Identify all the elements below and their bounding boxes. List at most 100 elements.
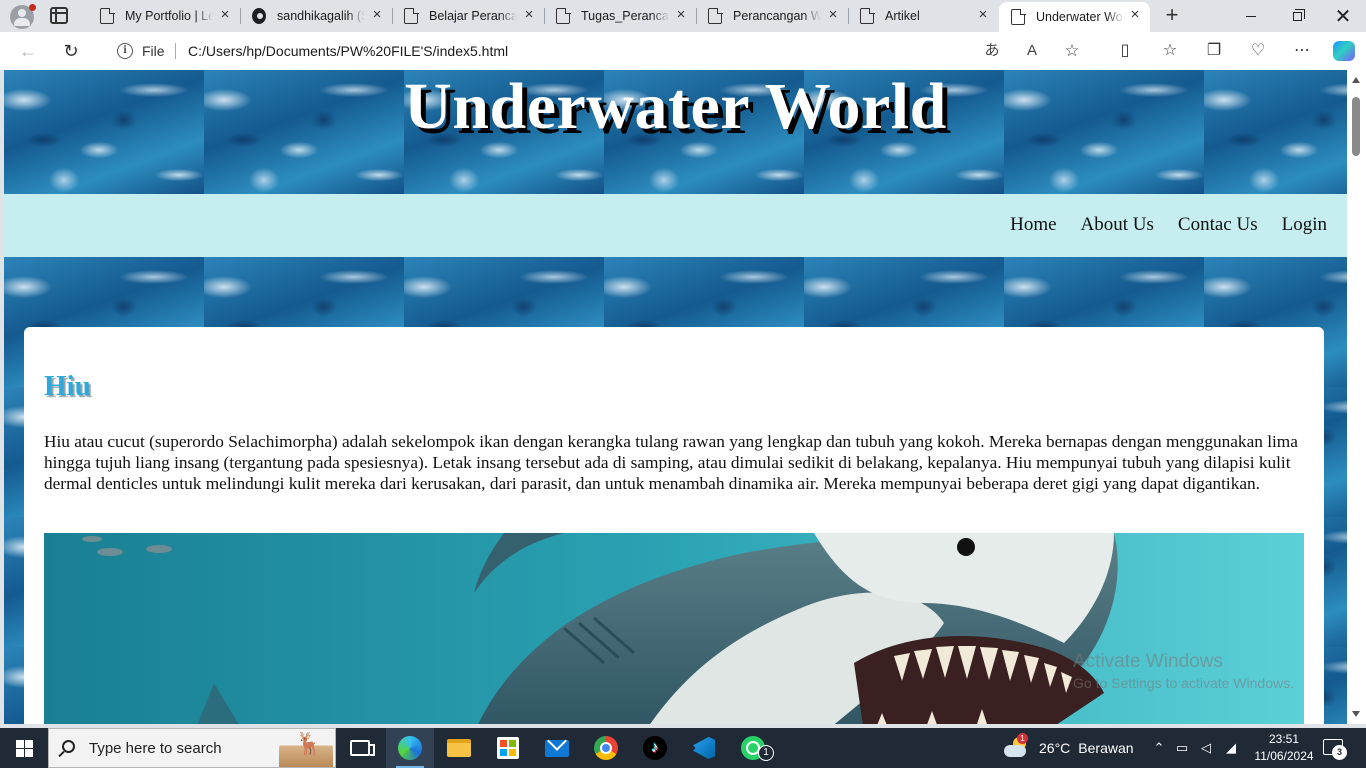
system-clock[interactable]: 23:51 11/06/2024 [1254,731,1314,765]
close-tab-icon[interactable]: × [522,7,536,22]
document-icon [404,7,419,24]
browser-tab-github[interactable]: sandhikagalih (S × [240,2,392,30]
taskbar-search[interactable]: Type here to search [48,728,336,768]
taskbar-tiktok[interactable]: ♪ [631,728,679,768]
tab-label: Perancangan We [733,9,821,23]
taskbar-file-explorer[interactable] [435,728,483,768]
read-aloud-icon[interactable]: A [1022,41,1042,61]
weather-widget[interactable]: 1 26°C Berawan [1004,728,1134,768]
close-window-button[interactable]: ✕ [1320,0,1366,32]
scroll-up-arrow-icon[interactable] [1352,77,1360,83]
translate-icon[interactable]: あ [982,41,1002,61]
chrome-icon [594,736,618,760]
close-tab-icon[interactable]: × [826,7,840,22]
close-tab-icon[interactable]: × [218,7,232,22]
watermark-title: Activate Windows [1073,651,1223,672]
tab-label: sandhikagalih (S [277,9,365,23]
restore-button[interactable] [1274,0,1320,32]
clock-time: 23:51 [1268,732,1300,746]
site-title: Underwater World [404,70,947,143]
browser-essentials-icon[interactable]: ♡ [1248,41,1268,61]
browser-tab-belajar[interactable]: Belajar Perancan × [392,2,544,30]
edge-icon [398,736,422,760]
chevron-up-icon[interactable]: ⌃ [1150,739,1168,757]
taskbar-mail[interactable] [533,728,581,768]
more-options-icon[interactable]: ⋯ [1292,41,1312,61]
weather-temperature: 26°C [1039,740,1071,756]
tab-label: Artikel [885,9,920,23]
github-icon [252,8,266,24]
tiktok-icon: ♪ [643,736,667,760]
cloudy-weather-icon: 1 [1004,733,1030,759]
nav-link-contact[interactable]: Contac Us [1178,213,1258,237]
search-placeholder: Type here to search [89,740,222,757]
favorite-star-icon[interactable]: ☆ [1062,41,1082,61]
store-icon [497,737,519,759]
folder-icon [447,739,471,757]
document-icon [708,7,723,24]
article-paragraph: Hiu atau cucut (superordo Selachimorpha)… [44,432,1298,493]
browser-tab-artikel[interactable]: Artikel × [848,2,998,30]
task-view-button[interactable] [336,728,384,768]
nav-list: Home About Us Contac Us Login [986,213,1327,237]
battery-icon[interactable]: ▭ [1173,739,1191,757]
new-tab-icon[interactable]: + [1163,4,1181,26]
scroll-down-arrow-icon[interactable] [1352,711,1360,717]
nav-link-login[interactable]: Login [1282,213,1327,237]
taskbar-chrome[interactable] [582,728,630,768]
profile-avatar-icon[interactable] [10,4,36,29]
close-icon: ✕ [1334,5,1352,28]
tab-label: Tugas_Perancang [581,9,669,23]
close-tab-icon[interactable]: × [370,7,384,22]
tab-label: My Portfolio | Le [125,9,213,23]
taskbar-vscode[interactable] [680,728,728,768]
close-tab-icon[interactable]: × [1128,7,1142,22]
close-tab-icon[interactable]: × [976,7,990,22]
vscode-icon [693,737,715,759]
document-icon [100,7,115,24]
nav-link-about[interactable]: About Us [1081,213,1154,237]
windows-taskbar: Type here to search ♪ 1 26°C Berawan ⌃ ▭… [0,728,1366,768]
browser-toolbar: ← ↻ i File C:/Users/hp/Documents/PW%20FI… [0,32,1366,70]
split-screen-icon[interactable]: ▯ [1115,41,1135,61]
clock-date: 11/06/2024 [1254,749,1314,763]
network-icon[interactable]: ◢ [1222,739,1240,757]
site-header: Underwater World [4,70,1347,194]
url-text[interactable]: C:/Users/hp/Documents/PW%20FILE'S/index5… [188,43,508,59]
weather-description: Berawan [1078,740,1134,756]
browser-tab-tugas[interactable]: Tugas_Perancang × [544,2,696,30]
collections-icon[interactable]: ❐ [1204,41,1224,61]
site-navigation: Home About Us Contac Us Login [4,194,1347,257]
volume-icon[interactable]: ◁ [1197,739,1215,757]
favorites-icon[interactable]: ☆ [1160,41,1180,61]
address-bar[interactable]: i File C:/Users/hp/Documents/PW%20FILE'S… [100,36,1097,66]
scroll-thumb[interactable] [1352,97,1360,156]
notification-count-badge: 3 [1332,745,1347,760]
article-heading: Hiu [44,370,91,402]
search-icon [62,740,75,753]
refresh-icon[interactable]: ↻ [61,41,81,61]
weather-alert-badge: 1 [1017,733,1028,744]
back-arrow-icon[interactable]: ← [18,41,38,61]
taskbar-store[interactable] [484,728,532,768]
taskbar-edge[interactable] [386,728,434,768]
browser-tab-portfolio[interactable]: My Portfolio | Le × [88,2,240,30]
activate-windows-watermark: Activate Windows Go to Settings to activ… [1073,651,1294,693]
nav-link-home[interactable]: Home [1010,213,1056,237]
browser-tab-underwater[interactable]: Underwater Wor × [999,2,1150,32]
document-icon [860,7,875,24]
browser-tab-perancangan[interactable]: Perancangan We × [696,2,848,30]
windows-logo-icon [16,740,33,757]
start-button[interactable] [0,728,48,768]
page-scrollbar[interactable] [1347,70,1366,724]
minimize-button[interactable] [1228,0,1274,32]
close-tab-icon[interactable]: × [674,7,688,22]
info-icon[interactable]: i [117,43,133,59]
restore-icon [1292,8,1305,21]
page-viewport: Underwater World Home About Us Contac Us… [4,70,1347,724]
tab-actions-icon[interactable] [50,7,68,24]
copilot-icon[interactable] [1333,41,1355,61]
tab-label: Underwater Wor [1036,10,1124,24]
minimize-icon [1246,15,1256,17]
scheme-label: File [142,43,165,59]
